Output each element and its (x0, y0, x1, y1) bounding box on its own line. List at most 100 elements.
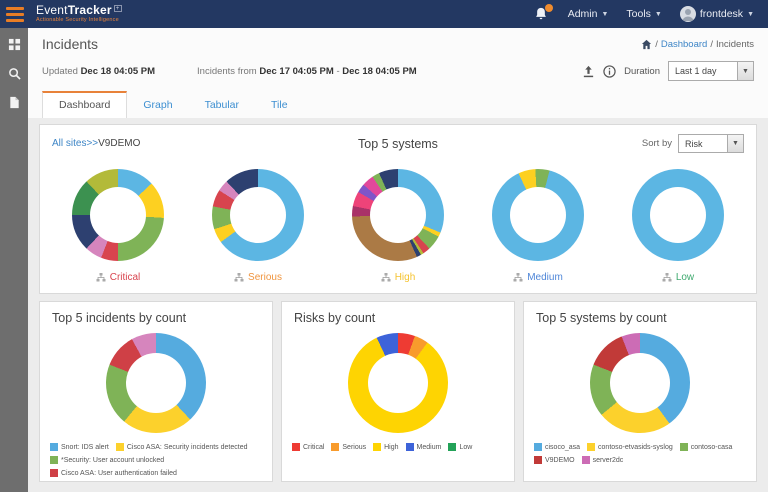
risk-label-text: Critical (109, 272, 141, 283)
risk-label-serious[interactable]: Serious (234, 272, 282, 283)
legend-item[interactable]: V9DEMO (534, 456, 575, 464)
top-navbar: Event Tracker + Actionable Security Intel… (0, 0, 768, 28)
legend-item[interactable]: cisoco_asa (534, 443, 580, 451)
breadcrumb-separator: / (655, 38, 658, 50)
brand-tracker: Tracker (67, 3, 112, 18)
donut-chart-critical[interactable] (72, 169, 164, 261)
all-sites-link[interactable]: All sites>> (52, 138, 98, 149)
risk-label-high[interactable]: High (381, 272, 415, 283)
top-systems-panel: All sites>>V9DEMO Top 5 systems Sort by … (39, 124, 757, 294)
systems-legend: cisoco_asa contoso-etvasids-syslog conto… (524, 433, 756, 470)
user-menu-label: frontdesk (699, 8, 744, 20)
tools-menu[interactable]: Tools ▼ (626, 8, 661, 20)
donut-chart-medium[interactable] (492, 169, 584, 261)
select-arrow-icon: ▼ (727, 135, 743, 152)
risk-donut-critical: Critical (48, 169, 188, 283)
incidents-range: Incidents from Dec 17 04:05 PM - Dec 18 … (197, 65, 417, 77)
legend-item[interactable]: Cisco ASA: Security incidents detected (115, 443, 247, 451)
legend-item[interactable]: Cisco ASA: User authentication failed (50, 469, 177, 477)
hamburger-menu-icon[interactable] (0, 0, 30, 28)
legend-item[interactable]: Snort: IDS alert (50, 443, 109, 451)
info-icon[interactable] (603, 64, 616, 78)
legend-item[interactable]: Critical (292, 443, 324, 451)
duration-label: Duration (624, 65, 660, 77)
breadcrumb: / Dashboard / Incidents (641, 39, 754, 50)
site-name: V9DEMO (98, 138, 141, 149)
report-document-icon[interactable] (8, 96, 21, 109)
risks-by-count-panel: Risks by count Critical Serious High Med… (281, 301, 515, 482)
home-icon[interactable] (641, 39, 652, 50)
legend-item[interactable]: *Security: User account unlocked (50, 456, 164, 464)
tab-graph[interactable]: Graph (127, 92, 188, 118)
tab-tabular[interactable]: Tabular (189, 92, 255, 118)
page-title: Incidents (42, 36, 99, 52)
legend-item[interactable]: server2dc (581, 456, 623, 464)
sitemap-icon (513, 273, 523, 282)
donut-chart-high[interactable] (352, 169, 444, 261)
tab-tile[interactable]: Tile (255, 92, 304, 118)
sort-by-label: Sort by (641, 138, 672, 149)
legend-item[interactable]: Medium (405, 443, 441, 451)
risk-donut-serious: Serious (188, 169, 328, 283)
risk-label-text: Low (675, 272, 695, 283)
caret-down-icon: ▼ (601, 10, 609, 18)
notification-badge (544, 4, 553, 12)
risks-legend: Critical Serious High Medium Low (282, 433, 514, 457)
risk-label-low[interactable]: Low (662, 272, 694, 283)
sitemap-icon (381, 273, 391, 282)
brand-tagline: Actionable Security Intelligence (36, 17, 119, 24)
dashboard-grid-icon[interactable] (8, 38, 21, 51)
breadcrumb-separator: / (710, 38, 713, 50)
risk-donut-medium: Medium (468, 169, 608, 283)
page-header: Incidents / Dashboard / Incidents Update… (28, 28, 768, 118)
panel-title: Risks by count (294, 311, 376, 325)
admin-menu[interactable]: Admin ▼ (568, 8, 609, 20)
dashboard-content: All sites>>V9DEMO Top 5 systems Sort by … (28, 118, 768, 492)
search-icon[interactable] (8, 67, 21, 80)
risk-donut-low: Low (608, 169, 748, 283)
donut-chart-systems-by-count[interactable] (590, 333, 690, 433)
user-avatar (679, 6, 696, 22)
sitemap-icon (96, 273, 106, 282)
donut-chart-low[interactable] (632, 169, 724, 261)
sort-by-select[interactable]: Risk ▼ (678, 134, 744, 153)
brand-logo[interactable]: Event Tracker + Actionable Security Intel… (36, 4, 122, 24)
caret-down-icon: ▼ (654, 10, 662, 18)
panel-title: Top 5 systems by count (536, 311, 667, 325)
legend-item[interactable]: Serious (331, 443, 366, 451)
sitemap-icon (662, 273, 672, 282)
breadcrumb-dashboard-link[interactable]: Dashboard (661, 39, 707, 50)
risk-label-text: Serious (248, 272, 282, 283)
brand-event: Event (36, 3, 68, 18)
select-arrow-icon: ▼ (737, 62, 753, 80)
risk-donut-high: High (328, 169, 468, 283)
notifications-bell-icon[interactable] (534, 4, 553, 22)
donut-chart-serious[interactable] (212, 169, 304, 261)
export-upload-icon[interactable] (582, 65, 595, 78)
legend-item[interactable]: contoso-etvasids-syslog (587, 443, 673, 451)
donut-chart-incidents-by-count[interactable] (106, 333, 206, 433)
legend-item[interactable]: Low (448, 443, 472, 451)
admin-menu-label: Admin (567, 8, 598, 20)
donut-chart-risks-by-count[interactable] (348, 333, 448, 433)
brand-plus-icon: + (113, 5, 122, 13)
top-systems-title: Top 5 systems (358, 136, 438, 151)
top-incidents-panel: Top 5 incidents by count Snort: IDS aler… (39, 301, 273, 482)
risk-label-medium[interactable]: Medium (513, 272, 563, 283)
left-sidebar (0, 28, 28, 492)
legend-item[interactable]: contoso-casa (679, 443, 732, 451)
breadcrumb-current: Incidents (715, 38, 754, 50)
caret-down-icon: ▼ (747, 10, 754, 18)
site-breadcrumb: All sites>>V9DEMO (52, 138, 140, 149)
legend-item[interactable]: High (373, 443, 399, 451)
sitemap-icon (234, 273, 244, 282)
tools-menu-label: Tools (626, 8, 651, 20)
panel-title: Top 5 incidents by count (52, 311, 187, 325)
risk-label-critical[interactable]: Critical (96, 272, 141, 283)
updated-timestamp: Updated Dec 18 04:05 PM (42, 65, 156, 77)
tab-dashboard[interactable]: Dashboard (42, 91, 128, 118)
risk-label-text: Medium (527, 272, 563, 283)
user-menu[interactable]: frontdesk ▼ (679, 6, 754, 22)
duration-select[interactable]: Last 1 day ▼ (668, 61, 754, 81)
incidents-legend: Snort: IDS alert Cisco ASA: Security inc… (40, 433, 272, 483)
